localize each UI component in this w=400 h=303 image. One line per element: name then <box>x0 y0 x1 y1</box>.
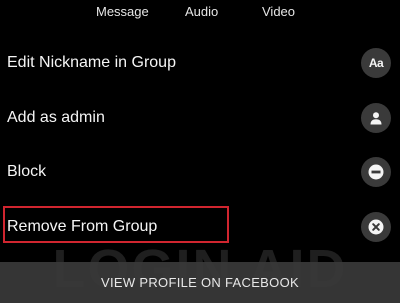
add-as-admin-item[interactable]: Add as admin <box>0 94 400 142</box>
remove-icon-graphic <box>368 219 384 235</box>
block-label: Block <box>7 163 47 180</box>
message-action[interactable]: Message <box>96 4 149 19</box>
top-actions-bar: Message Audio Video <box>0 0 400 24</box>
block-item[interactable]: Block <box>0 148 400 196</box>
audio-action[interactable]: Audio <box>185 4 218 19</box>
person-icon[interactable] <box>361 103 391 133</box>
add-as-admin-label: Add as admin <box>7 109 105 126</box>
remove-from-group-label: Remove From Group <box>7 218 158 235</box>
edit-nickname-label: Edit Nickname in Group <box>7 54 176 71</box>
view-profile-button[interactable]: VIEW PROFILE ON FACEBOOK <box>0 262 400 303</box>
text-format-glyph: Aa <box>368 56 384 70</box>
person-icon-graphic <box>370 112 382 125</box>
remove-icon[interactable] <box>361 212 391 242</box>
edit-nickname-item[interactable]: Edit Nickname in Group Aa <box>0 39 400 87</box>
block-icon[interactable] <box>361 157 391 187</box>
block-icon-graphic <box>368 164 384 180</box>
remove-from-group-item[interactable]: Remove From Group <box>0 203 400 251</box>
video-action[interactable]: Video <box>262 4 295 19</box>
view-profile-label: VIEW PROFILE ON FACEBOOK <box>101 275 299 290</box>
text-format-icon[interactable]: Aa <box>361 48 391 78</box>
